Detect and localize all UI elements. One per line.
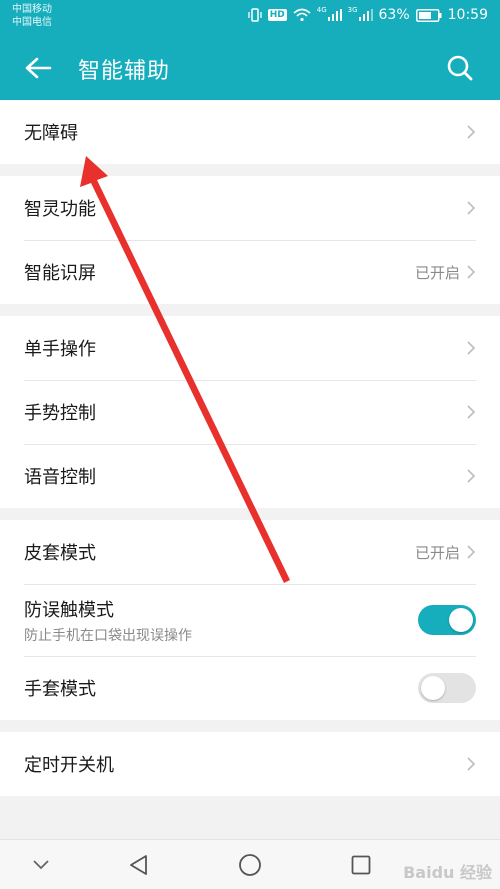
setting-label: 防误触模式 bbox=[24, 599, 114, 621]
chevron-right-icon bbox=[466, 544, 476, 560]
chevron-right-icon bbox=[466, 200, 476, 216]
setting-label: 手势控制 bbox=[24, 403, 96, 424]
chevron-right-icon bbox=[466, 756, 476, 772]
vibrate-icon bbox=[248, 8, 262, 22]
setting-description: 防止手机在口袋出现误操作 bbox=[24, 627, 192, 644]
setting-label: 语音控制 bbox=[24, 467, 96, 488]
chevron-right-icon bbox=[466, 404, 476, 420]
setting-gesture-control[interactable]: 手势控制 bbox=[0, 380, 500, 444]
back-triangle-icon bbox=[130, 855, 147, 875]
down-chevron-icon bbox=[33, 860, 49, 870]
setting-status: 已开启 bbox=[414, 263, 460, 282]
wifi-icon bbox=[293, 8, 311, 22]
settings-group-smart: 智灵功能 智能识屏 已开启 bbox=[0, 176, 500, 304]
search-button[interactable] bbox=[442, 50, 478, 86]
clock: 10:59 bbox=[447, 7, 488, 23]
settings-group-controls: 单手操作 手势控制 语音控制 bbox=[0, 316, 500, 508]
watermark: Baidu 经验 bbox=[403, 863, 492, 882]
setting-smart-features[interactable]: 智灵功能 bbox=[0, 176, 500, 240]
system-nav-bar: Baidu 经验 bbox=[0, 839, 500, 889]
setting-accessibility[interactable]: 无障碍 bbox=[0, 100, 500, 164]
settings-list: 无障碍 智灵功能 智能识屏 已开启 单手操作 手势控制 语音控制 皮套模式 已开… bbox=[0, 100, 500, 808]
setting-status: 已开启 bbox=[414, 543, 460, 562]
status-icons: HD 4G 3G 63% 10:59 bbox=[248, 6, 488, 23]
settings-group-accessibility: 无障碍 bbox=[0, 100, 500, 164]
carrier-info: 中国移动 中国电信 bbox=[12, 3, 52, 29]
title-bar: 智能辅助 bbox=[0, 36, 500, 100]
nav-recents-button[interactable] bbox=[348, 852, 374, 878]
setting-label: 智灵功能 bbox=[24, 199, 96, 220]
settings-group-modes: 皮套模式 已开启 防误触模式 防止手机在口袋出现误操作 手套模式 bbox=[0, 520, 500, 720]
hide-nav-button[interactable] bbox=[28, 852, 54, 878]
signal-icon-2: 3G bbox=[347, 6, 373, 21]
signal-icon-1: 4G bbox=[316, 6, 342, 21]
glove-mode-toggle[interactable] bbox=[418, 673, 476, 703]
setting-label: 手套模式 bbox=[24, 679, 96, 700]
pocket-mode-toggle[interactable] bbox=[418, 605, 476, 635]
settings-group-power: 定时开关机 bbox=[0, 732, 500, 796]
chevron-right-icon bbox=[466, 468, 476, 484]
setting-pocket-mode: 防误触模式 防止手机在口袋出现误操作 bbox=[0, 584, 500, 656]
toggle-knob bbox=[449, 608, 473, 632]
carrier-2: 中国电信 bbox=[12, 17, 52, 28]
app-bar: 中国移动 中国电信 HD 4G 3G 63% 10:59 智能辅助 bbox=[0, 0, 500, 100]
setting-label: 定时开关机 bbox=[24, 755, 114, 776]
chevron-right-icon bbox=[466, 264, 476, 280]
setting-cover-mode[interactable]: 皮套模式 已开启 bbox=[0, 520, 500, 584]
page-title: 智能辅助 bbox=[78, 59, 171, 84]
setting-voice-control[interactable]: 语音控制 bbox=[0, 444, 500, 508]
setting-label: 无障碍 bbox=[24, 123, 78, 144]
setting-one-hand-mode[interactable]: 单手操作 bbox=[0, 316, 500, 380]
battery-percent: 63% bbox=[378, 7, 410, 23]
carrier-1: 中国移动 bbox=[12, 4, 52, 15]
nav-back-button[interactable] bbox=[126, 852, 152, 878]
toggle-knob bbox=[421, 676, 445, 700]
search-icon bbox=[447, 55, 473, 81]
chevron-right-icon bbox=[466, 124, 476, 140]
setting-screen-recognition[interactable]: 智能识屏 已开启 bbox=[0, 240, 500, 304]
battery-icon bbox=[415, 8, 442, 22]
network-type-1: 4G bbox=[316, 6, 327, 14]
recents-square-icon bbox=[351, 855, 371, 875]
setting-label: 皮套模式 bbox=[24, 543, 96, 564]
setting-scheduled-power[interactable]: 定时开关机 bbox=[0, 732, 500, 796]
hd-badge: HD bbox=[267, 9, 287, 21]
back-arrow-icon bbox=[25, 57, 52, 79]
setting-label: 智能识屏 bbox=[24, 263, 96, 284]
chevron-right-icon bbox=[466, 340, 476, 356]
network-type-2: 3G bbox=[347, 6, 358, 14]
status-bar: 中国移动 中国电信 HD 4G 3G 63% 10:59 bbox=[0, 0, 500, 36]
setting-label: 单手操作 bbox=[24, 339, 96, 360]
back-button[interactable] bbox=[18, 50, 58, 86]
home-circle-icon bbox=[239, 854, 261, 876]
setting-glove-mode: 手套模式 bbox=[0, 656, 500, 720]
nav-home-button[interactable] bbox=[237, 852, 263, 878]
